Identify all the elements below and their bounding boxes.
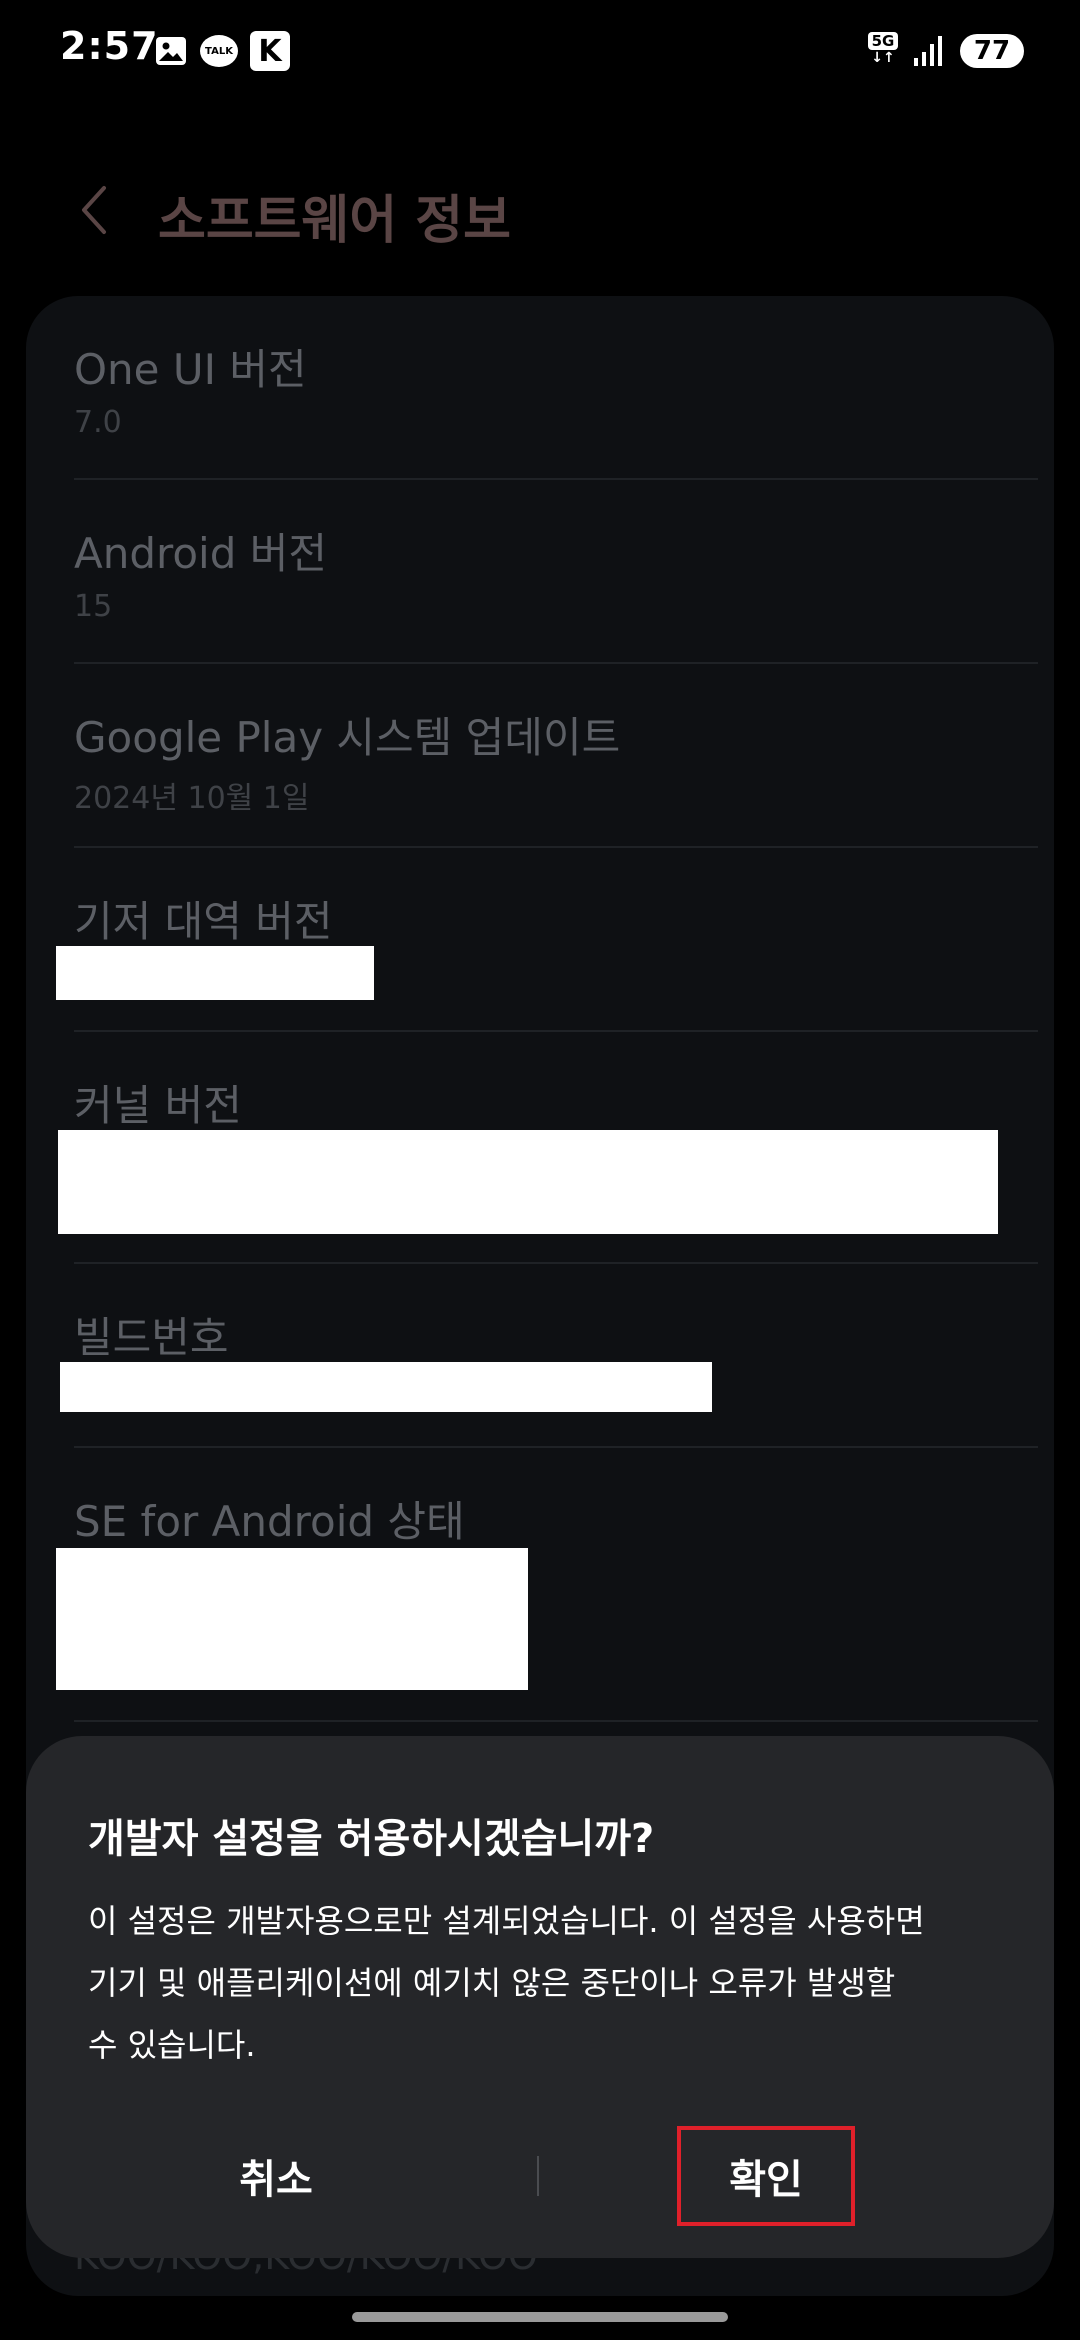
back-button[interactable] [66,180,122,240]
item-title: One UI 버전 [74,345,307,394]
divider [74,1720,1038,1722]
item-value: 15 [74,589,113,624]
confirm-button[interactable]: 확인 [677,2126,855,2226]
divider [74,1446,1038,1448]
kakaotalk-icon: TALK [200,35,238,67]
developer-options-dialog: 개발자 설정을 허용하시겠습니까? 이 설정은 개발자용으로만 설계되었습니다.… [26,1736,1054,2258]
button-divider [537,2156,539,2196]
item-title: 빌드번호 [74,1313,229,1362]
system-icons: 5G ↓↑ 77 [868,30,1024,72]
list-item-google-play-update[interactable]: Google Play 시스템 업데이트 2024년 10월 1일 [74,704,1038,817]
status-time: 2:57 [60,24,159,68]
redacted-value [58,1130,998,1234]
list-item-se-android-status[interactable]: SE for Android 상태 [74,1488,1038,1549]
network-type-label: 5G [868,32,898,50]
dialog-message-line: 이 설정은 개발자용으로만 설계되었습니다. 이 설정을 사용하면 [88,1902,925,1940]
dialog-title: 개발자 설정을 허용하시겠습니까? [88,1816,655,1862]
dialog-buttons: 취소 확인 [26,2126,1054,2236]
item-title: Android 버전 [74,529,328,578]
signal-icon [914,36,942,66]
redacted-value [56,1548,528,1690]
chevron-left-icon [82,186,106,234]
divider [74,1030,1038,1032]
divider [74,662,1038,664]
list-item-android-version[interactable]: Android 버전 15 [74,520,1038,624]
item-title: 기저 대역 버전 [74,897,333,946]
home-indicator[interactable] [352,2312,728,2322]
list-item-one-ui-version[interactable]: One UI 버전 7.0 [74,336,1038,440]
dialog-message-line: 수 있습니다. [88,2026,256,2064]
battery-icon: 77 [960,34,1024,68]
redacted-value [60,1362,712,1412]
divider [74,478,1038,480]
k-app-icon: K [250,31,290,71]
list-item-build-number[interactable]: 빌드번호 [74,1304,1038,1365]
page-title: 소프트웨어 정보 [158,191,511,251]
divider [74,846,1038,848]
divider [74,1262,1038,1264]
gallery-icon [156,37,186,65]
item-title: Google Play 시스템 업데이트 [74,713,621,762]
notification-icons: TALK K [154,30,290,72]
app-header: 소프트웨어 정보 [0,150,1080,270]
dialog-message-line: 기기 및 애플리케이션에 예기치 않은 중단이나 오류가 발생할 [88,1964,896,2002]
item-title: SE for Android 상태 [74,1497,465,1546]
network-arrows-icon: ↓↑ [871,50,895,66]
network-5g-icon: 5G ↓↑ [868,32,898,70]
list-item-baseband-version[interactable]: 기저 대역 버전 [74,888,1038,949]
status-bar: 2:57 TALK K 5G ↓↑ 77 [0,0,1080,104]
cancel-button[interactable]: 취소 [136,2126,416,2226]
item-value: 7.0 [74,405,122,440]
dialog-message: 이 설정은 개발자용으로만 설계되었습니다. 이 설정을 사용하면 기기 및 애… [88,1890,1008,2076]
redacted-value [56,946,374,1000]
item-title: 커널 버전 [74,1081,242,1130]
item-value: 2024년 10월 1일 [74,781,310,816]
list-item-kernel-version[interactable]: 커널 버전 [74,1072,1038,1133]
